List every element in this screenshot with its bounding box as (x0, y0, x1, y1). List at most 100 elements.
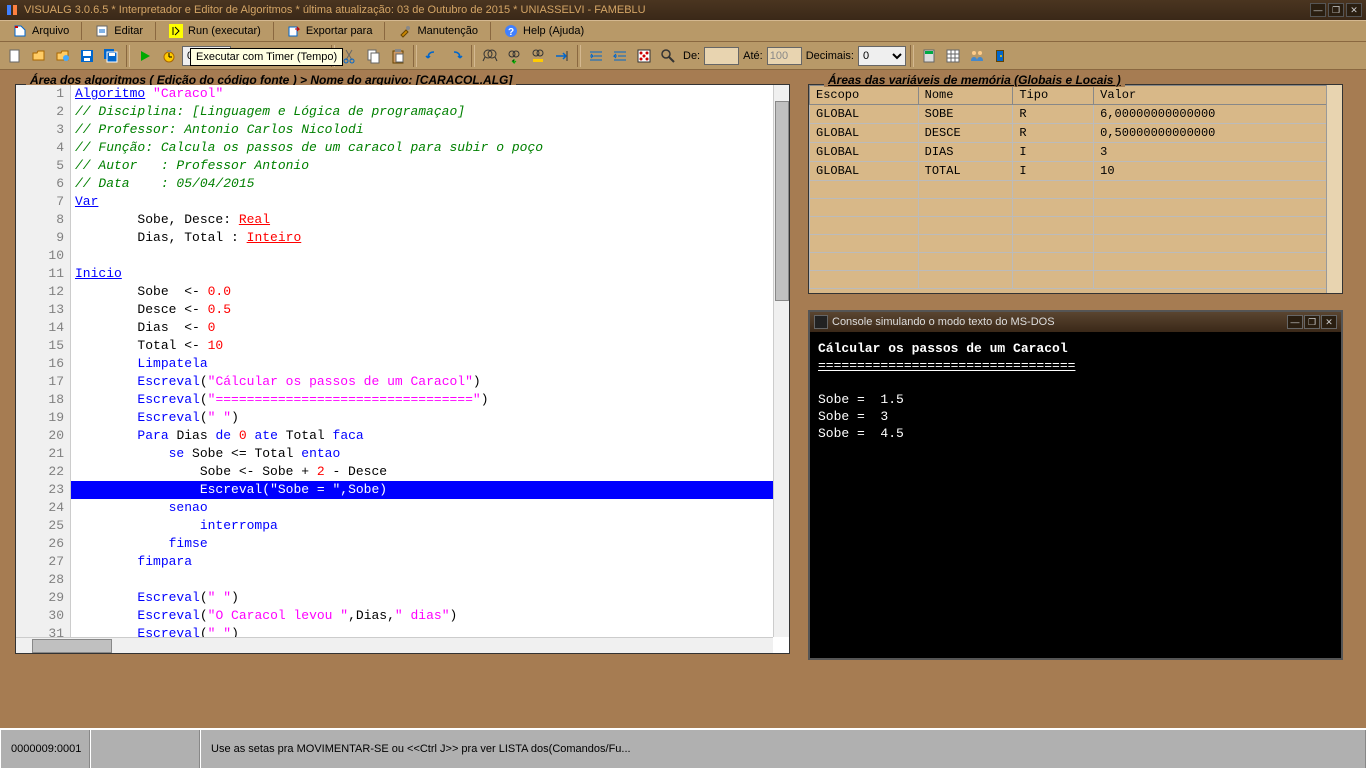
menu-label: Run (executar) (188, 25, 261, 37)
find-button[interactable] (479, 45, 501, 67)
help-icon: ? (503, 23, 519, 39)
exit-button[interactable] (990, 45, 1012, 67)
outdent-button[interactable] (609, 45, 631, 67)
table-row[interactable]: GLOBALSOBER6,00000000000000 (810, 105, 1342, 124)
menu-divider (155, 22, 156, 40)
horizontal-scrollbar[interactable] (16, 637, 773, 653)
random-button[interactable] (633, 45, 655, 67)
de-input[interactable] (704, 47, 739, 65)
status-hint: Use as setas pra MOVIMENTAR-SE ou <<Ctrl… (200, 730, 1366, 768)
console-titlebar: Console simulando o modo texto do MS-DOS… (810, 312, 1341, 332)
table-row[interactable]: GLOBALDIASI3 (810, 143, 1342, 162)
code-editor[interactable]: 1234567891011121314151617181920212223242… (16, 85, 789, 653)
variables-panel-header: Áreas das variáveis de memória (Globais … (824, 73, 1125, 87)
zoom-button[interactable] (657, 45, 679, 67)
menu-run[interactable]: Run (executar) (160, 21, 269, 41)
export-icon (286, 23, 302, 39)
minimize-button[interactable]: — (1310, 3, 1326, 17)
maintenance-icon (397, 23, 413, 39)
table-row[interactable]: GLOBALTOTALI10 (810, 162, 1342, 181)
variables-table: EscopoNomeTipoValor GLOBALSOBER6,0000000… (809, 85, 1342, 289)
main-area: Área dos algoritmos ( Edição do código f… (0, 70, 1366, 728)
console-icon (814, 315, 828, 329)
menu-exportar[interactable]: Exportar para (278, 21, 381, 41)
console-title: Console simulando o modo texto do MS-DOS (832, 316, 1287, 328)
console-maximize-button[interactable]: ❐ (1304, 315, 1320, 329)
paste-button[interactable] (387, 45, 409, 67)
table-row[interactable]: GLOBALDESCER0,50000000000000 (810, 124, 1342, 143)
menu-divider (490, 22, 491, 40)
menu-label: Manutenção (417, 25, 478, 37)
vertical-scrollbar[interactable] (773, 85, 789, 637)
ate-input[interactable] (767, 47, 802, 65)
redo-button[interactable] (445, 45, 467, 67)
undo-button[interactable] (421, 45, 443, 67)
menu-bar: Arquivo Editar Run (executar) Exportar p… (0, 20, 1366, 42)
open-file-button[interactable] (28, 45, 50, 67)
menu-divider (81, 22, 82, 40)
column-header[interactable]: Escopo (810, 86, 919, 105)
maximize-button[interactable]: ❐ (1328, 3, 1344, 17)
users-button[interactable] (966, 45, 988, 67)
console-window-controls: — ❐ ✕ (1287, 315, 1337, 329)
status-spacer (90, 730, 200, 768)
timer-button[interactable] (158, 45, 180, 67)
menu-arquivo[interactable]: Arquivo (4, 21, 77, 41)
toolbar-separator (910, 45, 914, 67)
open-file2-button[interactable] (52, 45, 74, 67)
copy-button[interactable] (363, 45, 385, 67)
menu-label: Arquivo (32, 25, 69, 37)
code-editor-panel: Área dos algoritmos ( Edição do código f… (15, 84, 790, 654)
toolbar-separator (577, 45, 581, 67)
edit-icon (94, 23, 110, 39)
new-file-button[interactable] (4, 45, 26, 67)
menu-label: Exportar para (306, 25, 373, 37)
status-bar: 0000009:0001 Use as setas pra MOVIMENTAR… (0, 728, 1366, 768)
file-icon (12, 23, 28, 39)
ate-label: Até: (743, 50, 763, 62)
find-next-button[interactable] (503, 45, 525, 67)
scroll-thumb[interactable] (32, 639, 112, 653)
column-header[interactable]: Tipo (1013, 86, 1094, 105)
close-button[interactable]: ✕ (1346, 3, 1362, 17)
run-icon (168, 23, 184, 39)
code-content[interactable]: Algoritmo "Caracol"// Disciplina: [Lingu… (71, 85, 773, 637)
toolbar-separator (126, 45, 130, 67)
replace-button[interactable] (527, 45, 549, 67)
app-icon (4, 2, 20, 18)
play-button[interactable] (134, 45, 156, 67)
vertical-scrollbar[interactable] (1326, 85, 1342, 293)
decimais-select[interactable]: 0 (858, 46, 906, 66)
window-controls: — ❐ ✕ (1310, 3, 1362, 17)
save-all-button[interactable] (100, 45, 122, 67)
menu-divider (273, 22, 274, 40)
console-panel: Console simulando o modo texto do MS-DOS… (808, 310, 1343, 660)
menu-label: Help (Ajuda) (523, 25, 584, 37)
console-close-button[interactable]: ✕ (1321, 315, 1337, 329)
grid-button[interactable] (942, 45, 964, 67)
save-button[interactable] (76, 45, 98, 67)
window-title: VISUALG 3.0.6.5 * Interpretador e Editor… (24, 4, 1310, 16)
console-minimize-button[interactable]: — (1287, 315, 1303, 329)
menu-help[interactable]: ? Help (Ajuda) (495, 21, 592, 41)
column-header[interactable]: Nome (918, 86, 1013, 105)
decimais-label: Decimais: (806, 50, 854, 62)
scroll-thumb[interactable] (775, 101, 789, 301)
calc-button[interactable] (918, 45, 940, 67)
toolbar-separator (413, 45, 417, 67)
line-number-gutter: 1234567891011121314151617181920212223242… (16, 85, 71, 637)
menu-divider (384, 22, 385, 40)
column-header[interactable]: Valor (1094, 86, 1342, 105)
cursor-position: 0000009:0001 (0, 730, 90, 768)
window-titlebar: VISUALG 3.0.6.5 * Interpretador e Editor… (0, 0, 1366, 20)
console-output: Cálcular os passos de um Caracol========… (810, 332, 1341, 450)
menu-manutencao[interactable]: Manutenção (389, 21, 486, 41)
indent-button[interactable] (585, 45, 607, 67)
goto-button[interactable] (551, 45, 573, 67)
toolbar-separator (471, 45, 475, 67)
menu-editar[interactable]: Editar (86, 21, 151, 41)
menu-label: Editar (114, 25, 143, 37)
tooltip: Executar com Timer (Tempo) (190, 48, 343, 66)
de-label: De: (683, 50, 700, 62)
variables-panel: Áreas das variáveis de memória (Globais … (808, 84, 1343, 294)
